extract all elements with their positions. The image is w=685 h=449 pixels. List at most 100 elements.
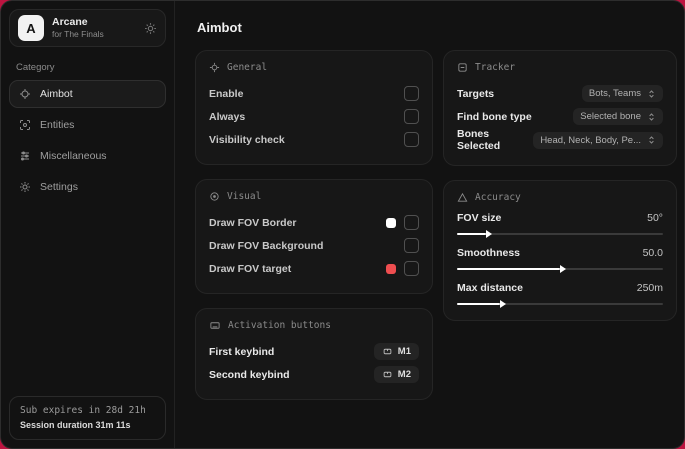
card-title: Accuracy — [475, 192, 521, 203]
select-value: Selected bone — [580, 111, 641, 122]
bones-selected-select[interactable]: Head, Neck, Body, Pe... — [533, 131, 663, 149]
setting-label: Bones Selected — [457, 128, 501, 152]
tracker-card: Tracker Targets Bots, Teams Find bone ty… — [443, 50, 677, 166]
category-label: Category — [16, 62, 55, 73]
first-keybind-button[interactable]: M1 — [373, 343, 419, 360]
brand-subtitle: for The Finals — [52, 29, 104, 40]
slider-thumb[interactable] — [485, 230, 492, 238]
setting-row-draw-fov-background: Draw FOV Background — [209, 234, 419, 257]
focus-icon — [210, 192, 219, 201]
triangle-icon — [457, 192, 468, 202]
draw-fov-border-checkbox[interactable] — [404, 215, 419, 230]
draw-fov-background-checkbox[interactable] — [404, 238, 419, 253]
setting-row-targets: Targets Bots, Teams — [457, 82, 663, 105]
sidebar-item-label: Settings — [40, 181, 78, 193]
slider-value: 50.0 — [642, 247, 663, 259]
card-title: Tracker — [475, 62, 516, 73]
always-checkbox[interactable] — [404, 109, 419, 124]
crosshair-icon — [209, 62, 220, 73]
setting-label: Always — [209, 110, 246, 123]
slider-thumb[interactable] — [560, 265, 566, 273]
visual-card: Visual Draw FOV Border Draw FOV Backgrou… — [195, 179, 433, 294]
subscription-card: Sub expires in 28d 21h Session duration … — [9, 396, 166, 440]
setting-label: Visibility check — [209, 133, 285, 146]
sidebar-nav: Aimbot Entities Miscellaneous Settings — [9, 80, 166, 201]
unfold-icon — [649, 112, 654, 121]
sliders-icon — [19, 150, 31, 162]
setting-row-find-bone-type: Find bone type Selected bone — [457, 105, 663, 128]
find-bone-type-select[interactable]: Selected bone — [573, 108, 663, 125]
select-value: Head, Neck, Body, Pe... — [540, 134, 641, 146]
targets-select[interactable]: Bots, Teams — [581, 85, 663, 102]
card-title: Activation buttons — [228, 320, 331, 331]
setting-label: First keybind — [209, 345, 275, 358]
sidebar-item-label: Aimbot — [40, 88, 73, 100]
box-minus-icon — [458, 63, 467, 72]
slider-thumb[interactable] — [500, 300, 507, 308]
setting-row-bones-selected: Bones Selected Head, Neck, Body, Pe... — [457, 128, 663, 152]
app-window: A Arcane for The Finals Category Aimbot … — [0, 0, 685, 449]
brand-title: Arcane — [52, 16, 88, 29]
draw-fov-target-checkbox[interactable] — [404, 261, 419, 276]
page-title: Aimbot — [197, 20, 242, 35]
color-swatch-white[interactable] — [386, 217, 396, 228]
max-distance-slider[interactable] — [457, 300, 663, 308]
gear-icon — [19, 181, 31, 193]
setting-label: Enable — [209, 87, 244, 100]
color-swatch-red[interactable] — [386, 263, 396, 274]
card-title: General — [227, 62, 268, 73]
sidebar-item-miscellaneous[interactable]: Miscellaneous — [9, 142, 166, 170]
setting-row-draw-fov-target: Draw FOV target — [209, 257, 419, 280]
brand-logo: A — [18, 15, 44, 41]
setting-label: Draw FOV Background — [209, 239, 324, 252]
setting-label: Max distance — [457, 282, 523, 294]
session-duration: Session duration 31m 11s — [20, 420, 131, 430]
unfold-icon — [649, 136, 654, 144]
subscription-expiry: Sub expires in 28d 21h — [20, 405, 146, 416]
setting-row-first-keybind: First keybind M1 — [209, 340, 419, 363]
gear-icon[interactable] — [144, 22, 157, 35]
brand-card: A Arcane for The Finals — [9, 9, 166, 47]
slider-value: 50° — [647, 212, 663, 224]
fov-size-setting: FOV size 50° — [457, 212, 663, 238]
setting-label: Second keybind — [209, 368, 290, 381]
setting-label: Targets — [457, 87, 495, 100]
mouse-icon — [383, 348, 392, 355]
unfold-icon — [649, 89, 654, 98]
accuracy-card: Accuracy FOV size 50° Smoothness 50.0 Ma… — [443, 180, 677, 321]
setting-row-enable: Enable — [209, 82, 419, 105]
setting-row-draw-fov-border: Draw FOV Border — [209, 211, 419, 234]
select-value: Bots, Teams — [588, 88, 641, 99]
visibility-check-checkbox[interactable] — [404, 132, 419, 147]
activation-card: Activation buttons First keybind M1 Seco… — [195, 308, 433, 400]
setting-row-second-keybind: Second keybind M2 — [209, 363, 419, 386]
slider-value: 250m — [636, 282, 663, 294]
keybind-value: M1 — [397, 346, 411, 357]
enable-checkbox[interactable] — [404, 86, 419, 101]
sidebar-item-label: Entities — [40, 119, 75, 131]
keyboard-icon — [210, 322, 220, 329]
card-title: Visual — [227, 191, 262, 202]
max-distance-setting: Max distance 250m — [457, 282, 663, 308]
setting-label: Find bone type — [457, 110, 532, 123]
mouse-icon — [383, 371, 392, 378]
general-card: General Enable Always Visibility check — [195, 50, 433, 165]
fov-size-slider[interactable] — [457, 230, 663, 238]
crosshair-icon — [19, 88, 31, 100]
sidebar-item-settings[interactable]: Settings — [9, 173, 166, 201]
setting-row-always: Always — [209, 105, 419, 128]
smoothness-slider[interactable] — [457, 265, 663, 273]
sidebar-item-label: Miscellaneous — [40, 150, 107, 162]
eye-scan-icon — [19, 119, 31, 131]
setting-row-visibility-check: Visibility check — [209, 128, 419, 151]
setting-label: FOV size — [457, 212, 502, 224]
smoothness-setting: Smoothness 50.0 — [457, 247, 663, 273]
sidebar-item-aimbot[interactable]: Aimbot — [9, 80, 166, 108]
second-keybind-button[interactable]: M2 — [373, 366, 419, 383]
keybind-value: M2 — [397, 369, 411, 380]
setting-label: Smoothness — [457, 247, 521, 259]
main-content: Aimbot General Enable Always Visibility … — [175, 1, 684, 448]
sidebar-item-entities[interactable]: Entities — [9, 111, 166, 139]
setting-label: Draw FOV target — [209, 262, 292, 275]
setting-label: Draw FOV Border — [209, 216, 297, 229]
